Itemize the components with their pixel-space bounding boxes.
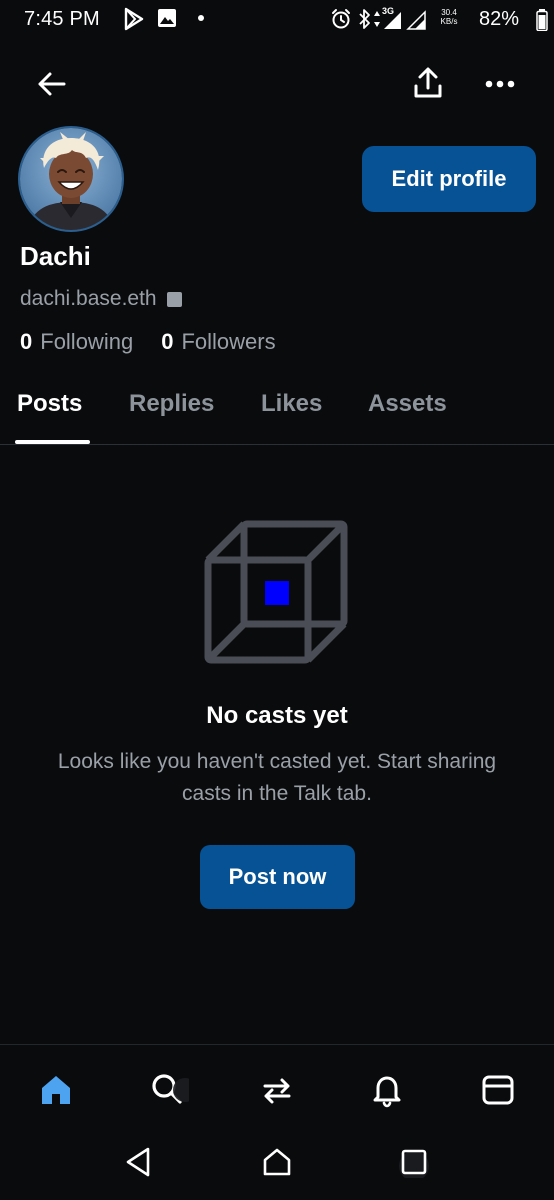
home-circle-icon xyxy=(263,1148,291,1176)
handle-row: dachi.base.eth xyxy=(20,285,182,313)
empty-title: No casts yet xyxy=(206,702,348,729)
followers-link[interactable]: 0 Followers xyxy=(161,329,275,355)
arrow-left-icon xyxy=(38,72,66,96)
bell-icon xyxy=(373,1076,401,1108)
alarm-icon xyxy=(332,9,350,29)
edit-profile-button[interactable]: Edit profile xyxy=(362,146,536,212)
nav-notifications[interactable] xyxy=(365,1066,409,1110)
search-icon xyxy=(152,1074,189,1104)
nav-swap[interactable] xyxy=(255,1066,299,1110)
more-button[interactable] xyxy=(478,62,522,106)
system-home-button[interactable] xyxy=(257,1142,297,1182)
following-label: Following xyxy=(40,329,134,354)
followers-label: Followers xyxy=(181,329,276,354)
signal-icon xyxy=(384,12,401,29)
system-recents-button[interactable] xyxy=(394,1142,434,1182)
bluetooth-icon xyxy=(359,9,370,29)
battery-percent: 82% xyxy=(479,8,520,30)
status-time: 7:45 PM xyxy=(24,8,100,30)
play-store-icon xyxy=(124,7,144,31)
nav-wallet[interactable] xyxy=(476,1066,520,1110)
tab-active-indicator xyxy=(15,440,90,444)
tab-assets[interactable]: Assets xyxy=(368,390,447,440)
tab-likes[interactable]: Likes xyxy=(261,390,322,440)
nav-search[interactable] xyxy=(145,1066,189,1110)
profile-tabs: Posts Replies Likes Assets xyxy=(0,384,554,445)
avatar-illustration xyxy=(20,128,122,230)
copy-square-icon[interactable] xyxy=(166,291,182,307)
speed-value: 30.4 xyxy=(441,8,457,17)
follow-stats: 0 Following 0 Followers xyxy=(20,329,276,355)
more-horizontal-icon xyxy=(485,80,515,88)
back-triangle-icon xyxy=(126,1147,150,1177)
swap-icon xyxy=(263,1078,291,1104)
post-now-button[interactable]: Post now xyxy=(200,845,355,909)
avatar[interactable] xyxy=(20,128,122,230)
home-icon xyxy=(42,1076,70,1104)
battery-icon xyxy=(536,9,548,31)
display-name: Dachi xyxy=(20,241,91,271)
wallet-icon xyxy=(482,1075,514,1105)
image-icon xyxy=(158,9,176,27)
signal-icon-2 xyxy=(406,10,426,30)
tab-replies[interactable]: Replies xyxy=(129,390,214,440)
followers-count: 0 xyxy=(161,329,174,354)
following-link[interactable]: 0 Following xyxy=(20,329,133,355)
system-back-button[interactable] xyxy=(118,1142,158,1182)
empty-description: Looks like you haven't casted yet. Start… xyxy=(57,750,497,805)
data-arrows-icon xyxy=(374,11,380,27)
share-button[interactable] xyxy=(406,62,450,106)
tab-posts[interactable]: Posts xyxy=(17,390,82,440)
speed-unit: KB/s xyxy=(440,17,458,26)
following-count: 0 xyxy=(20,329,33,354)
dot-icon xyxy=(198,15,204,21)
nav-home[interactable] xyxy=(34,1066,78,1110)
handle: dachi.base.eth xyxy=(20,287,157,310)
status-bar: 7:45 PM 3G 30.4 KB/s 82% xyxy=(0,0,554,40)
cube-icon xyxy=(204,520,348,664)
network-speed: 30.4 KB/s xyxy=(438,8,460,26)
back-button[interactable] xyxy=(30,62,74,106)
recents-square-icon xyxy=(399,1149,429,1178)
share-upload-icon xyxy=(414,67,442,98)
